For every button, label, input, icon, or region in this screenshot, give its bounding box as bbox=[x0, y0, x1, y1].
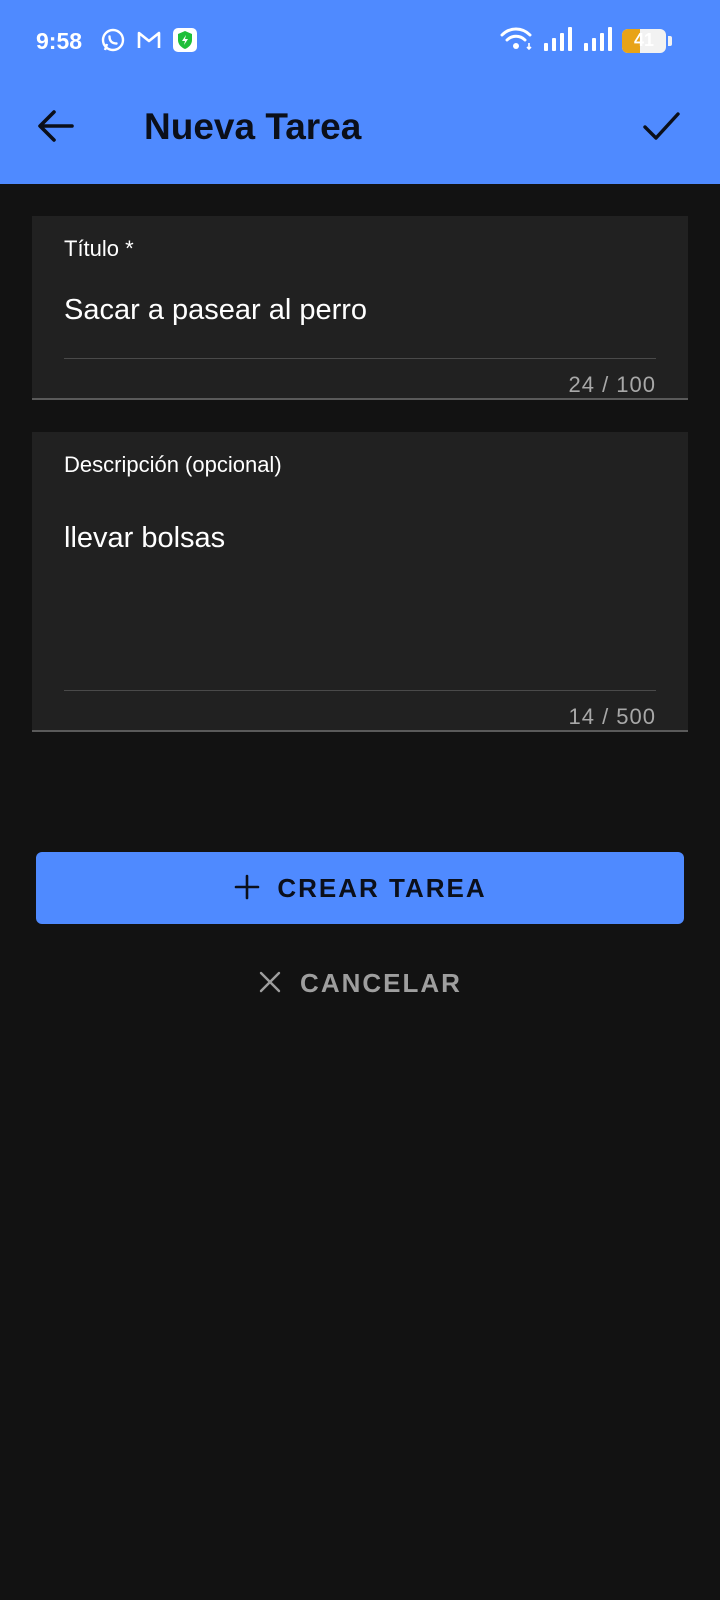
battery-tip bbox=[668, 36, 672, 46]
create-task-button[interactable]: CREAR TAREA bbox=[36, 852, 684, 924]
description-input[interactable]: llevar bolsas bbox=[64, 522, 656, 555]
system-icons: 41 bbox=[500, 26, 672, 56]
shield-icon bbox=[172, 27, 198, 58]
status-bar: 9:58 41 bbox=[0, 0, 720, 84]
description-field[interactable]: Descripción (opcional) llevar bolsas 14 … bbox=[32, 432, 688, 732]
whatsapp-icon bbox=[100, 27, 126, 58]
battery-icon: 41 bbox=[622, 29, 666, 53]
arrow-back-icon bbox=[36, 108, 76, 149]
wifi-icon bbox=[500, 26, 534, 57]
signal-icon bbox=[582, 26, 614, 57]
description-field-underline bbox=[32, 730, 688, 732]
close-icon bbox=[258, 970, 282, 997]
title-field-divider bbox=[64, 358, 656, 359]
status-time: 9:58 bbox=[36, 28, 83, 54]
title-input[interactable] bbox=[64, 294, 656, 327]
plus-icon bbox=[233, 873, 261, 904]
app-bar: 9:58 41 Nueva Tarea bbox=[0, 0, 720, 184]
signal-icon bbox=[542, 26, 574, 57]
title-char-counter: 24 / 100 bbox=[568, 372, 656, 397]
description-char-counter: 14 / 500 bbox=[568, 704, 656, 729]
cancel-label: CANCELAR bbox=[300, 967, 462, 998]
confirm-button[interactable] bbox=[636, 104, 686, 152]
notification-icons bbox=[100, 27, 198, 58]
create-task-label: CREAR TAREA bbox=[277, 872, 487, 903]
description-field-divider bbox=[64, 690, 656, 691]
back-button[interactable] bbox=[30, 104, 82, 152]
page-title: Nueva Tarea bbox=[144, 106, 362, 147]
title-field-underline bbox=[32, 398, 688, 400]
cancel-button[interactable]: CANCELAR bbox=[240, 950, 480, 1016]
check-icon bbox=[641, 108, 681, 149]
title-field[interactable]: Título * 24 / 100 bbox=[32, 216, 688, 400]
title-field-label: Título * bbox=[64, 236, 134, 261]
battery-level: 41 bbox=[633, 30, 655, 50]
description-field-label: Descripción (opcional) bbox=[64, 452, 282, 477]
gmail-icon bbox=[136, 27, 162, 58]
